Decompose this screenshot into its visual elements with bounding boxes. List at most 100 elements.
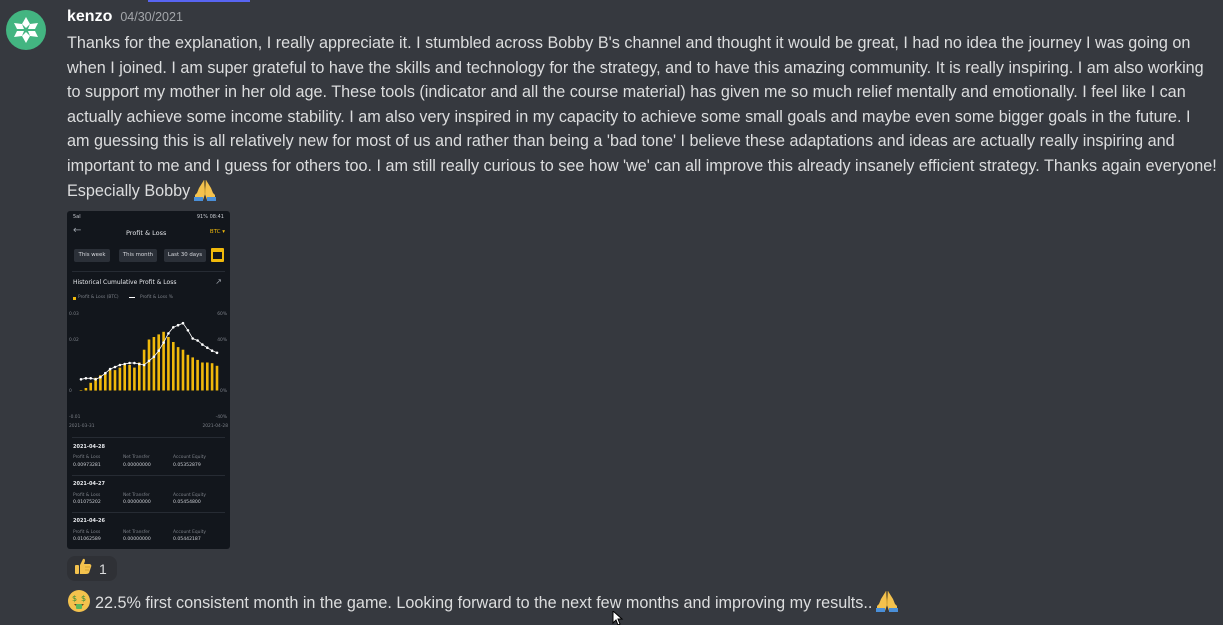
reaction-thumbs-up[interactable]: 1 (67, 556, 117, 581)
entry-date: 2021-04-27 (73, 481, 105, 487)
message-header: kenzo 04/30/2021 (67, 8, 1217, 30)
mouse-cursor-icon (612, 611, 624, 625)
entry-pnl-label: Profit & Loss (73, 530, 101, 535)
legend-pnl-btc: Profit & Loss (BTC) (78, 295, 119, 300)
entry-eq-value: 0.05442187 (173, 537, 201, 542)
pnl-bar (138, 362, 141, 391)
entry-date: 2021-04-26 (73, 518, 105, 524)
pnl-pct-point (196, 339, 199, 342)
phone-status-left: 5al (73, 214, 81, 220)
entry-net-label: Net Transfer (123, 455, 150, 460)
image-attachment[interactable]: 5al 91% 08:41 ← Profit & Loss BTC ▾ This… (67, 211, 230, 549)
pnl-pct-point (113, 365, 117, 369)
message-body: Thanks for the explanation, I really app… (67, 31, 1217, 208)
pnl-bar (108, 370, 112, 391)
pnl-pct-point (152, 355, 156, 359)
pnl-bar (201, 362, 204, 391)
pnl-bar (191, 357, 194, 391)
pnl-bar (89, 382, 92, 391)
pnl-bar (79, 390, 83, 391)
pnl-bar (196, 359, 199, 391)
folded-hands-icon (875, 590, 899, 617)
pnl-pct-point (157, 349, 160, 352)
pnl-pct-point (191, 337, 194, 340)
svg-text:$: $ (72, 594, 77, 603)
svg-text:$: $ (81, 594, 86, 603)
phone-page-title: Profit & Loss (126, 229, 167, 237)
external-link-icon: ↗ (215, 277, 222, 286)
message-container: kenzo 04/30/2021 Thanks for the explanat… (67, 8, 1217, 612)
entry-net-value: 0.00000000 (123, 500, 151, 505)
pnl-chart (79, 321, 219, 391)
pnl-bar (181, 349, 185, 391)
pnl-pct-point (123, 362, 126, 366)
x-end-label: 2021-04-28 (202, 424, 228, 429)
pnl-pct-point (201, 343, 204, 346)
message-timestamp: 04/30/2021 (120, 10, 183, 24)
entry-pnl-label: Profit & Loss (73, 455, 101, 460)
pnl-bar (176, 347, 180, 391)
folded-hands-icon (193, 179, 217, 209)
pnl-bar (206, 362, 209, 391)
pnl-pct-point (138, 362, 141, 366)
entry-net-label: Net Transfer (123, 493, 150, 498)
pnl-pct-point (147, 359, 151, 363)
currency-selector: BTC ▾ (209, 229, 225, 235)
tab-this-month: This month (119, 249, 157, 262)
entry-net-label: Net Transfer (123, 530, 150, 535)
pnl-pct-point (133, 361, 136, 365)
entry-eq-value: 0.05454800 (173, 500, 201, 505)
entry-pnl-value: 0.01075202 (73, 500, 101, 505)
entry-pnl-value: 0.00973281 (73, 463, 101, 468)
pnl-pct-point (162, 341, 165, 344)
entry-pnl-label: Profit & Loss (73, 493, 101, 498)
pnl-pct-point (215, 351, 219, 355)
legend-bar-swatch (73, 297, 76, 300)
entry-net-value: 0.00000000 (123, 463, 151, 468)
message-2-text: 22.5% first consistent month in the game… (95, 594, 873, 612)
pnl-pct-point (210, 349, 214, 352)
pnl-bar (167, 337, 170, 391)
chart-title: Historical Cumulative Profit & Loss (73, 279, 177, 286)
pnl-bar (152, 337, 156, 391)
pnl-bar (104, 372, 107, 391)
pnl-pct-point (206, 346, 209, 349)
back-arrow-icon: ← (73, 225, 82, 236)
reaction-count: 1 (99, 560, 107, 577)
phone-status-right: 91% 08:41 (196, 214, 224, 220)
pnl-bar (147, 339, 151, 391)
entry-eq-label: Account Equity (173, 530, 207, 535)
divider (72, 475, 225, 476)
pnl-bar (133, 367, 136, 391)
pnl-pct-point (128, 361, 131, 365)
pnl-bar (123, 365, 126, 391)
entry-eq-value: 0.05352879 (173, 463, 201, 468)
pnl-pct-point (79, 378, 83, 381)
pnl-bar (142, 349, 146, 391)
legend-pnl-pct: Profit & Loss % (140, 295, 173, 300)
divider (72, 512, 225, 513)
pnl-pct-point (167, 332, 170, 335)
top-accent-bar (148, 0, 250, 2)
divider (72, 437, 225, 438)
entry-pnl-value: 0.01062589 (73, 537, 101, 542)
legend-line-swatch (129, 297, 135, 298)
pnl-bar (128, 365, 131, 391)
user-avatar[interactable] (6, 10, 46, 50)
money-mouth-icon: $ $ (67, 589, 91, 618)
message-2: $ $ 22.5% first consistent month in the g… (67, 589, 899, 618)
divider (72, 271, 225, 272)
pnl-bar (215, 365, 219, 391)
entry-eq-label: Account Equity (173, 455, 207, 460)
pnl-bar (172, 342, 175, 391)
tab-last-30-days: Last 30 days (164, 249, 206, 262)
pnl-pct-point (118, 363, 122, 367)
pnl-pct-point (94, 378, 97, 381)
username[interactable]: kenzo (67, 8, 112, 26)
pnl-bar (118, 367, 122, 391)
pnl-bar (84, 388, 88, 391)
tab-this-week: This week (74, 249, 110, 262)
pnl-bar (157, 334, 160, 391)
pnl-pct-point (84, 377, 88, 380)
pnl-pct-point (172, 326, 175, 329)
